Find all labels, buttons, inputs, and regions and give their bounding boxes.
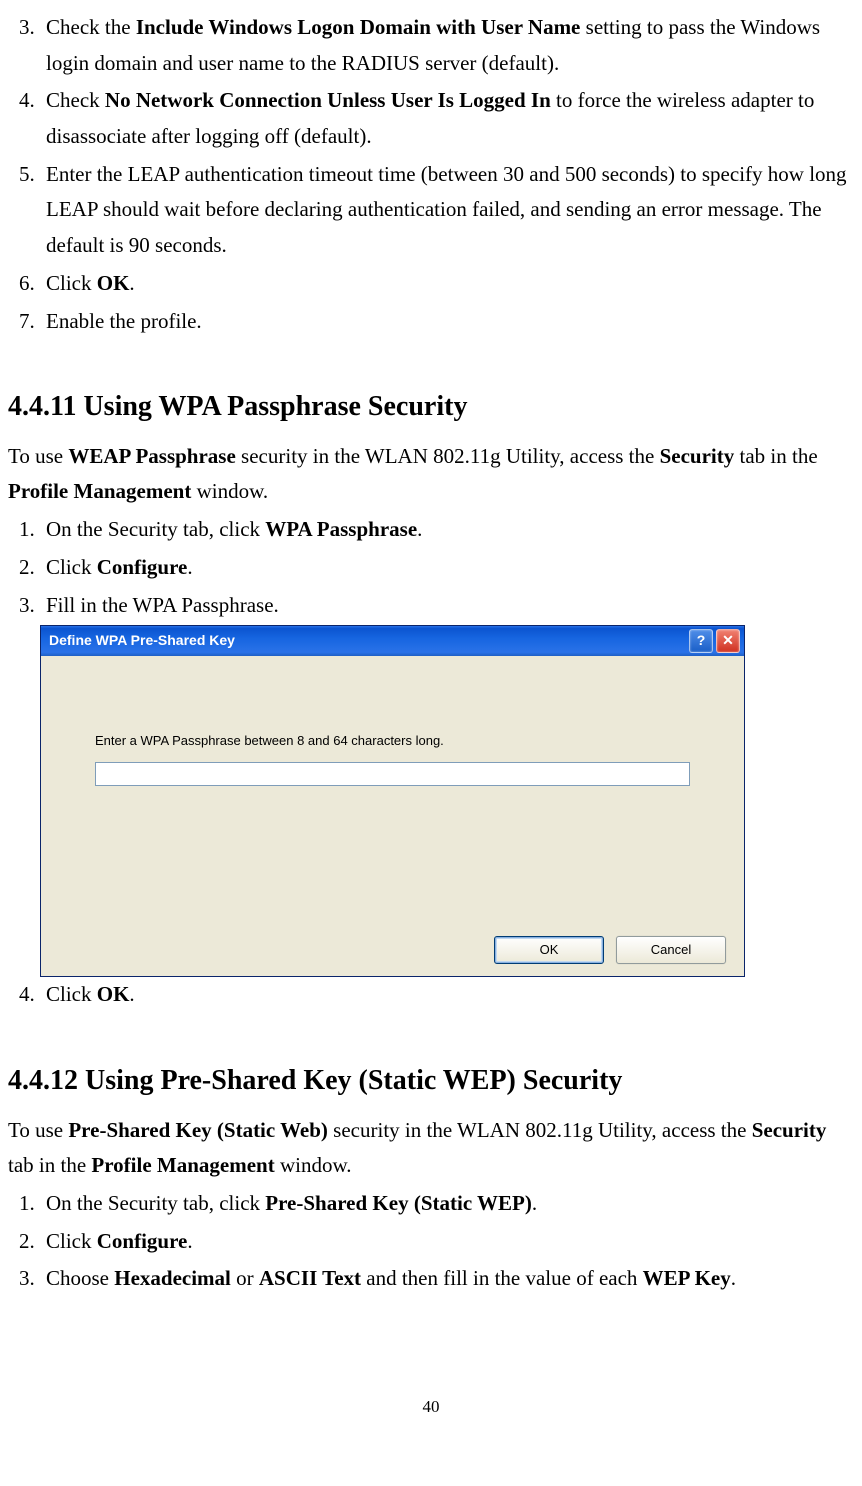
intro-4-4-12: To use Pre-Shared Key (Static Web) secur… <box>8 1113 854 1184</box>
section-a-list: Check the Include Windows Logon Domain w… <box>8 10 854 339</box>
list-item: Click Configure. <box>40 1224 854 1260</box>
ok-button[interactable]: OK <box>494 936 604 964</box>
list-item: Enable the profile. <box>40 304 854 340</box>
dialog-title: Define WPA Pre-Shared Key <box>49 629 235 653</box>
help-icon[interactable]: ? <box>689 629 713 653</box>
dialog-instruction: Enter a WPA Passphrase between 8 and 64 … <box>95 730 690 752</box>
cancel-button[interactable]: Cancel <box>616 936 726 964</box>
section-c-list: On the Security tab, click Pre-Shared Ke… <box>8 1186 854 1297</box>
list-item: On the Security tab, click WPA Passphras… <box>40 512 854 548</box>
list-item: Click OK. <box>40 266 854 302</box>
heading-4-4-11: 4.4.11 Using WPA Passphrase Security <box>8 383 854 431</box>
intro-4-4-11: To use WEAP Passphrase security in the W… <box>8 439 854 510</box>
heading-4-4-12: 4.4.12 Using Pre-Shared Key (Static WEP)… <box>8 1057 854 1105</box>
list-item: On the Security tab, click Pre-Shared Ke… <box>40 1186 854 1222</box>
wpa-preshared-dialog: Define WPA Pre-Shared Key ? ✕ Enter a WP… <box>40 625 745 977</box>
list-item: Check the Include Windows Logon Domain w… <box>40 10 854 81</box>
list-item: Fill in the WPA Passphrase. <box>40 588 854 624</box>
close-icon[interactable]: ✕ <box>716 629 740 653</box>
dialog-titlebar: Define WPA Pre-Shared Key ? ✕ <box>41 626 744 656</box>
section-b-list: On the Security tab, click WPA Passphras… <box>8 512 854 1013</box>
list-item: Click OK. <box>40 977 854 1013</box>
list-item: Check No Network Connection Unless User … <box>40 83 854 154</box>
passphrase-input[interactable] <box>95 762 690 786</box>
list-item: Enter the LEAP authentication timeout ti… <box>40 157 854 264</box>
list-item: Choose Hexadecimal or ASCII Text and the… <box>40 1261 854 1297</box>
list-item: Click Configure. <box>40 550 854 586</box>
page-number: 40 <box>8 1393 854 1422</box>
